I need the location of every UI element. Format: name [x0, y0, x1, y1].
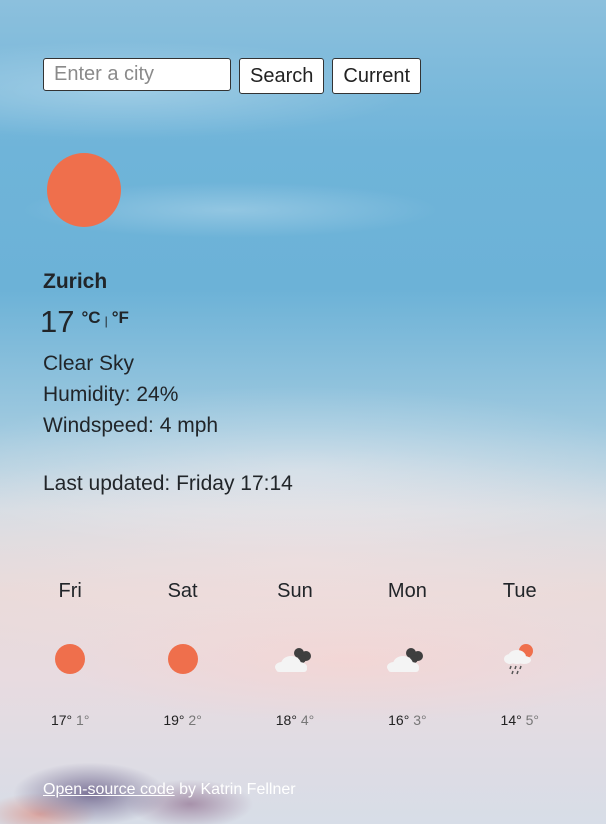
current-temperature: 17: [40, 304, 75, 339]
forecast-max-temp: 14°: [500, 712, 522, 728]
forecast-day-name: Sun: [277, 580, 313, 602]
fahrenheit-toggle[interactable]: °F: [112, 308, 129, 328]
sun-icon: [158, 634, 208, 684]
celsius-toggle[interactable]: °C: [81, 308, 100, 328]
forecast-max-temp: 18°: [275, 712, 297, 728]
forecast-day-name: Tue: [502, 580, 537, 602]
unit-separator: |: [104, 314, 108, 328]
forecast-max-temp: 19°: [163, 712, 185, 728]
forecast-temps: 19° 2°: [163, 712, 201, 728]
temperature-row: 17 °C | °F: [40, 304, 129, 340]
search-form: Search Current: [43, 58, 422, 94]
forecast-min-temp: 2°: [188, 712, 202, 728]
forecast-min-temp: 5°: [525, 712, 539, 728]
open-source-link[interactable]: Open-source code: [43, 781, 175, 798]
forecast-min-temp: 3°: [413, 712, 427, 728]
forecast-day-name: Sat: [167, 580, 198, 602]
rain-sun-icon: [495, 634, 545, 684]
forecast-row: Fri 17° 1° Sat 19° 2° Sun 18° 4° Mon 16°…: [14, 580, 576, 728]
forecast-temps: 18° 4°: [276, 712, 314, 728]
forecast-min-temp: 4°: [300, 712, 315, 728]
weather-description: Clear Sky: [43, 352, 135, 375]
cloud-icon: [270, 634, 320, 684]
sun-icon: [47, 153, 121, 227]
forecast-day: Fri 17° 1°: [14, 580, 126, 728]
forecast-max-temp: 16°: [388, 712, 410, 728]
humidity-text: Humidity: 24%: [43, 383, 179, 406]
forecast-day: Tue 14° 5°: [464, 580, 576, 728]
forecast-day: Sun 18° 4°: [239, 580, 351, 728]
current-location-button[interactable]: Current: [332, 58, 422, 94]
forecast-temps: 17° 1°: [51, 712, 89, 728]
forecast-day-name: Mon: [387, 580, 427, 602]
background-cloud: [0, 734, 340, 824]
footer: Open-source code by Katrin Fellner: [43, 781, 296, 799]
forecast-temps: 14° 5°: [501, 712, 539, 728]
last-updated: Last updated: Friday 17:14: [43, 472, 293, 495]
city-name: Zurich: [43, 270, 108, 293]
forecast-temps: 16° 3°: [388, 712, 426, 728]
forecast-day-name: Fri: [58, 580, 82, 602]
windspeed-text: Windspeed: 4 mph: [43, 414, 219, 437]
sun-icon: [45, 634, 95, 684]
city-search-input[interactable]: [43, 58, 231, 91]
weather-details: Clear Sky Humidity: 24% Windspeed: 4 mph: [43, 348, 218, 441]
author-credit: by Katrin Fellner: [179, 781, 296, 798]
forecast-min-temp: 1°: [76, 712, 90, 728]
forecast-day: Mon 16° 3°: [351, 580, 463, 728]
forecast-day: Sat 19° 2°: [126, 580, 238, 728]
search-button[interactable]: Search: [239, 58, 325, 94]
cloud-icon: [382, 634, 432, 684]
forecast-max-temp: 17°: [50, 712, 73, 728]
